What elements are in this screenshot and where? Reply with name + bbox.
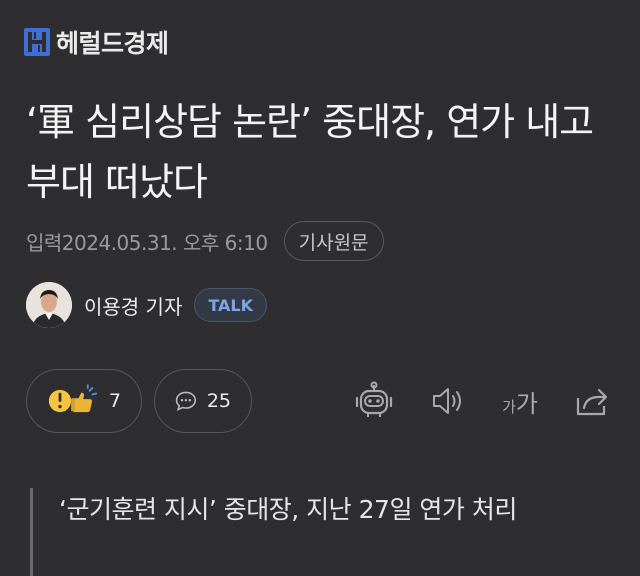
audio-button[interactable] <box>430 385 466 417</box>
reaction-button[interactable]: 7 <box>26 369 142 433</box>
published-timestamp: 입력2024.05.31. 오후 6:10 <box>26 230 268 255</box>
talk-button[interactable]: TALK <box>194 288 268 322</box>
font-size-big-glyph: 가 <box>515 389 538 418</box>
reaction-count: 7 <box>108 390 121 412</box>
share-button[interactable] <box>574 384 610 418</box>
comment-count: 25 <box>206 390 231 412</box>
comment-icon <box>175 391 197 411</box>
brand-logo[interactable]: 헤럴드경제 <box>24 24 169 60</box>
article-headline: ‘軍 심리상담 논란’ 중대장, 연가 내고 부대 떠났다 <box>26 100 594 204</box>
article-meta: 입력2024.05.31. 오후 6:10 기사원문 <box>26 220 384 262</box>
original-article-button[interactable]: 기사원문 <box>283 221 384 261</box>
reaction-icon <box>48 384 98 413</box>
article-tools: 가 가 <box>354 381 616 421</box>
article-action-bar: 7 25 가 가 <box>26 368 616 434</box>
article-subheading: ‘군기훈련 지시’ 중대장, 지난 27일 연가 처리 <box>30 488 618 576</box>
reporter-avatar[interactable] <box>26 282 72 328</box>
robot-summary-icon <box>355 381 393 417</box>
brand-name: 헤럴드경제 <box>56 29 169 58</box>
subheading-text: ‘군기훈련 지시’ 중대장, 지난 27일 연가 처리 <box>59 495 517 524</box>
share-icon <box>576 388 608 416</box>
reporter-name[interactable]: 이용경 기자 <box>84 291 182 320</box>
audio-icon <box>433 388 462 414</box>
herald-logo-icon <box>24 28 50 56</box>
font-size-button[interactable]: 가 가 <box>502 384 538 419</box>
summary-button[interactable] <box>354 381 394 421</box>
avatar-portrait-icon <box>26 282 72 328</box>
reporter-info: 이용경 기자 TALK <box>26 279 268 331</box>
comment-button[interactable]: 25 <box>154 369 252 433</box>
font-size-small-glyph: 가 <box>502 397 516 416</box>
